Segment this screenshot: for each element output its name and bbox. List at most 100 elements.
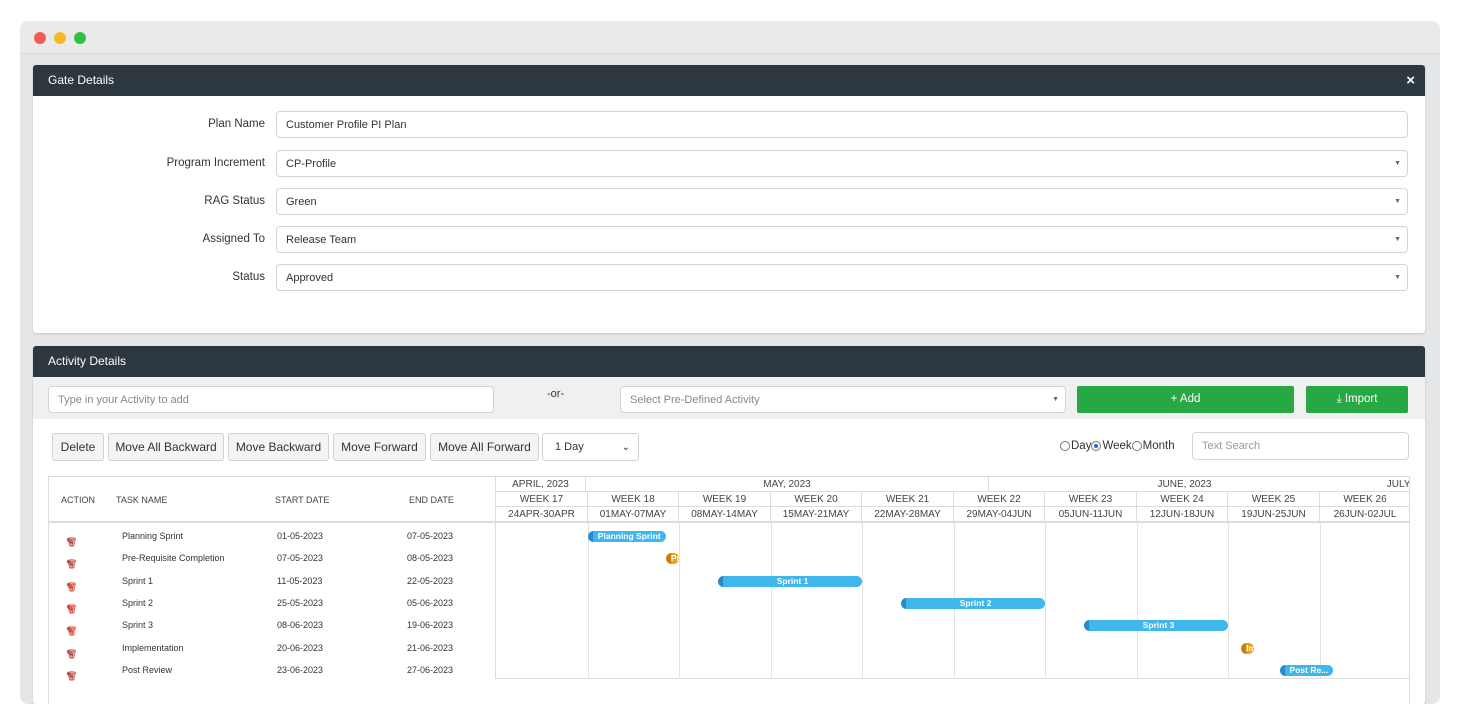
task-name-cell: Pre-Requisite Completion — [122, 553, 225, 564]
radio-selected-icon — [1091, 441, 1102, 451]
week-cell: WEEK 23 — [1045, 492, 1137, 507]
week-grid-line — [679, 523, 680, 679]
trash-icon[interactable]: 🗑 — [66, 671, 77, 682]
program-increment-row: Program Increment CP-Profile ▼ — [33, 150, 1425, 178]
week-grid-line — [1228, 523, 1229, 679]
week-range-cell: 01MAY-07MAY — [588, 507, 679, 522]
close-window-button[interactable] — [34, 32, 46, 44]
add-activity-bar: Type in your Activity to add -or- Select… — [33, 377, 1425, 419]
gantt-grid: ACTION TASK NAME START DATE END DATE ✎ 🗑 P… — [48, 476, 1410, 704]
week-cell: WEEK 25 — [1228, 492, 1320, 507]
date-range-row: 24APR-30APR 01MAY-07MAY 08MAY-14MAY 15MAY-2… — [496, 507, 1409, 523]
view-month-radio[interactable]: Month — [1131, 440, 1175, 452]
assigned-to-select[interactable]: Release Team ▼ — [276, 226, 1408, 253]
week-range-cell: 24APR-30APR — [496, 507, 588, 522]
assigned-to-label: Assigned To — [202, 233, 265, 245]
start-date-cell: 25-05-2023 — [277, 597, 324, 608]
week-range-cell: 19JUN-25JUN — [1228, 507, 1320, 522]
chevron-down-icon: ⌄ — [621, 442, 630, 453]
maximize-window-button[interactable] — [74, 32, 86, 44]
task-name-cell: Post Review — [122, 664, 173, 675]
gantt-bar[interactable]: Sprint 1 — [718, 575, 862, 587]
activity-details-panel: Activity Details Type in your Activity t… — [33, 346, 1425, 704]
minimize-window-button[interactable] — [54, 32, 66, 44]
week-grid-line — [1137, 523, 1138, 679]
week-cell: WEEK 19 — [679, 492, 771, 507]
start-date-cell: 01-05-2023 — [277, 531, 324, 541]
gantt-bar[interactable]: Sprint 2 — [901, 597, 1045, 609]
task-name-cell: Sprint 1 — [122, 575, 154, 586]
gantt-bar[interactable]: Post Re... — [1280, 664, 1333, 676]
table-row[interactable]: ✎ 🗑 Pre-Requisite Completion 07-05-2023 08-0… — [49, 547, 495, 570]
view-week-radio[interactable]: Week — [1091, 440, 1132, 452]
week-grid-line — [862, 523, 863, 679]
week-cell: WEEK 21 — [862, 492, 954, 507]
table-row[interactable]: ✎ 🗑 Sprint 1 11-05-2023 22-05-2023 — [49, 570, 495, 593]
table-row[interactable]: ✎ 🗑 Planning Sprint 01-05-2023 07-05-2023 — [49, 525, 495, 548]
table-row[interactable]: ✎ 🗑 Sprint 3 08-06-2023 19-06-2023 — [49, 614, 495, 637]
status-select[interactable]: Approved ▼ — [276, 264, 1408, 291]
week-cell: WEEK 20 — [771, 492, 862, 507]
activity-input[interactable]: Type in your Activity to add — [48, 386, 494, 413]
gantt-bar[interactable]: Sprint 3 — [1084, 620, 1228, 632]
week-range-cell: 26JUN-02JUL — [1320, 507, 1409, 522]
plan-name-input[interactable]: Customer Profile PI Plan — [276, 111, 1408, 138]
zoom-value: 1 Day — [555, 441, 584, 453]
end-date-header[interactable]: END DATE — [409, 495, 454, 505]
start-date-header[interactable]: START DATE — [275, 495, 329, 505]
zoom-select[interactable]: 1 Day ⌄ — [542, 433, 639, 461]
gantt-bar[interactable]: Pre — [665, 553, 679, 565]
end-date-cell: 08-05-2023 — [407, 553, 454, 564]
move-all-forward-button[interactable]: Move All Forward — [430, 433, 539, 461]
plan-name-row: Plan Name Customer Profile PI Plan — [33, 111, 1425, 139]
week-range-cell: 12JUN-18JUN — [1137, 507, 1228, 522]
activity-details-title: Activity Details — [48, 354, 127, 368]
status-row: Status Approved ▼ — [33, 264, 1425, 292]
rag-status-row: RAG Status Green ▼ — [33, 188, 1425, 216]
delete-button[interactable]: Delete — [52, 433, 104, 461]
table-row[interactable]: ✎ 🗑 Post Review 23-06-2023 27-06-2023 — [49, 659, 495, 682]
app-window: Gate Details × Plan Name Customer Profil… — [20, 21, 1440, 704]
month-cell: JUNE, 2023 — [1157, 479, 1212, 490]
text-search-input[interactable]: Text Search — [1192, 432, 1409, 460]
week-cell: WEEK 17 — [496, 492, 588, 507]
start-date-cell: 07-05-2023 — [277, 553, 324, 564]
close-icon[interactable]: × — [1406, 65, 1415, 96]
end-date-cell: 05-06-2023 — [407, 597, 454, 608]
task-name-cell: Planning Sprint — [122, 531, 184, 541]
view-radio-group: Day Week Month — [1060, 440, 1175, 452]
import-button[interactable]: ⤓ Import — [1306, 386, 1408, 413]
rag-status-select[interactable]: Green ▼ — [276, 188, 1408, 215]
caret-down-icon: ▼ — [1394, 236, 1401, 243]
view-day-radio[interactable]: Day — [1060, 440, 1091, 452]
caret-down-icon: ▼ — [1394, 160, 1401, 167]
plan-name-label: Plan Name — [208, 118, 265, 130]
or-separator: -or- — [547, 388, 565, 400]
status-value: Approved — [286, 272, 334, 284]
move-backward-button[interactable]: Move Backward — [228, 433, 329, 461]
week-cell: WEEK 26 — [1320, 492, 1409, 507]
gantt-bar[interactable]: Planning Sprint — [587, 531, 666, 542]
predefined-activity-placeholder: Select Pre-Defined Activity — [630, 394, 760, 406]
table-row[interactable]: ✎ 🗑 Implementation 20-06-2023 21-06-2023 — [49, 637, 495, 660]
end-date-cell: 07-05-2023 — [407, 531, 454, 541]
month-header-row: APRIL, 2023 MAY, 2023 JUNE, 2023 JULY, — [496, 477, 1410, 492]
program-increment-select[interactable]: CP-Profile ▼ — [276, 150, 1408, 177]
month-cell: JULY, — [1386, 479, 1410, 490]
move-all-backward-button[interactable]: Move All Backward — [108, 433, 224, 461]
move-forward-button[interactable]: Move Forward — [333, 433, 426, 461]
gate-details-title: Gate Details — [48, 73, 115, 87]
week-cell: WEEK 24 — [1137, 492, 1228, 507]
month-cell: APRIL, 2023 — [496, 477, 586, 492]
program-increment-value: CP-Profile — [286, 158, 337, 170]
end-date-cell: 19-06-2023 — [407, 620, 454, 631]
end-date-cell: 27-06-2023 — [407, 664, 454, 675]
gantt-bar[interactable]: Im — [1241, 642, 1255, 654]
add-button[interactable]: + Add — [1077, 386, 1294, 413]
table-row[interactable]: ✎ 🗑 Sprint 2 25-05-2023 05-06-2023 — [49, 592, 495, 615]
predefined-activity-select[interactable]: Select Pre-Defined Activity ▼ — [620, 386, 1066, 413]
week-grid-line — [1045, 523, 1046, 679]
task-name-header[interactable]: TASK NAME — [116, 495, 167, 505]
view-week-label: Week — [1102, 440, 1132, 452]
week-range-cell: 29MAY-04JUN — [954, 507, 1045, 522]
